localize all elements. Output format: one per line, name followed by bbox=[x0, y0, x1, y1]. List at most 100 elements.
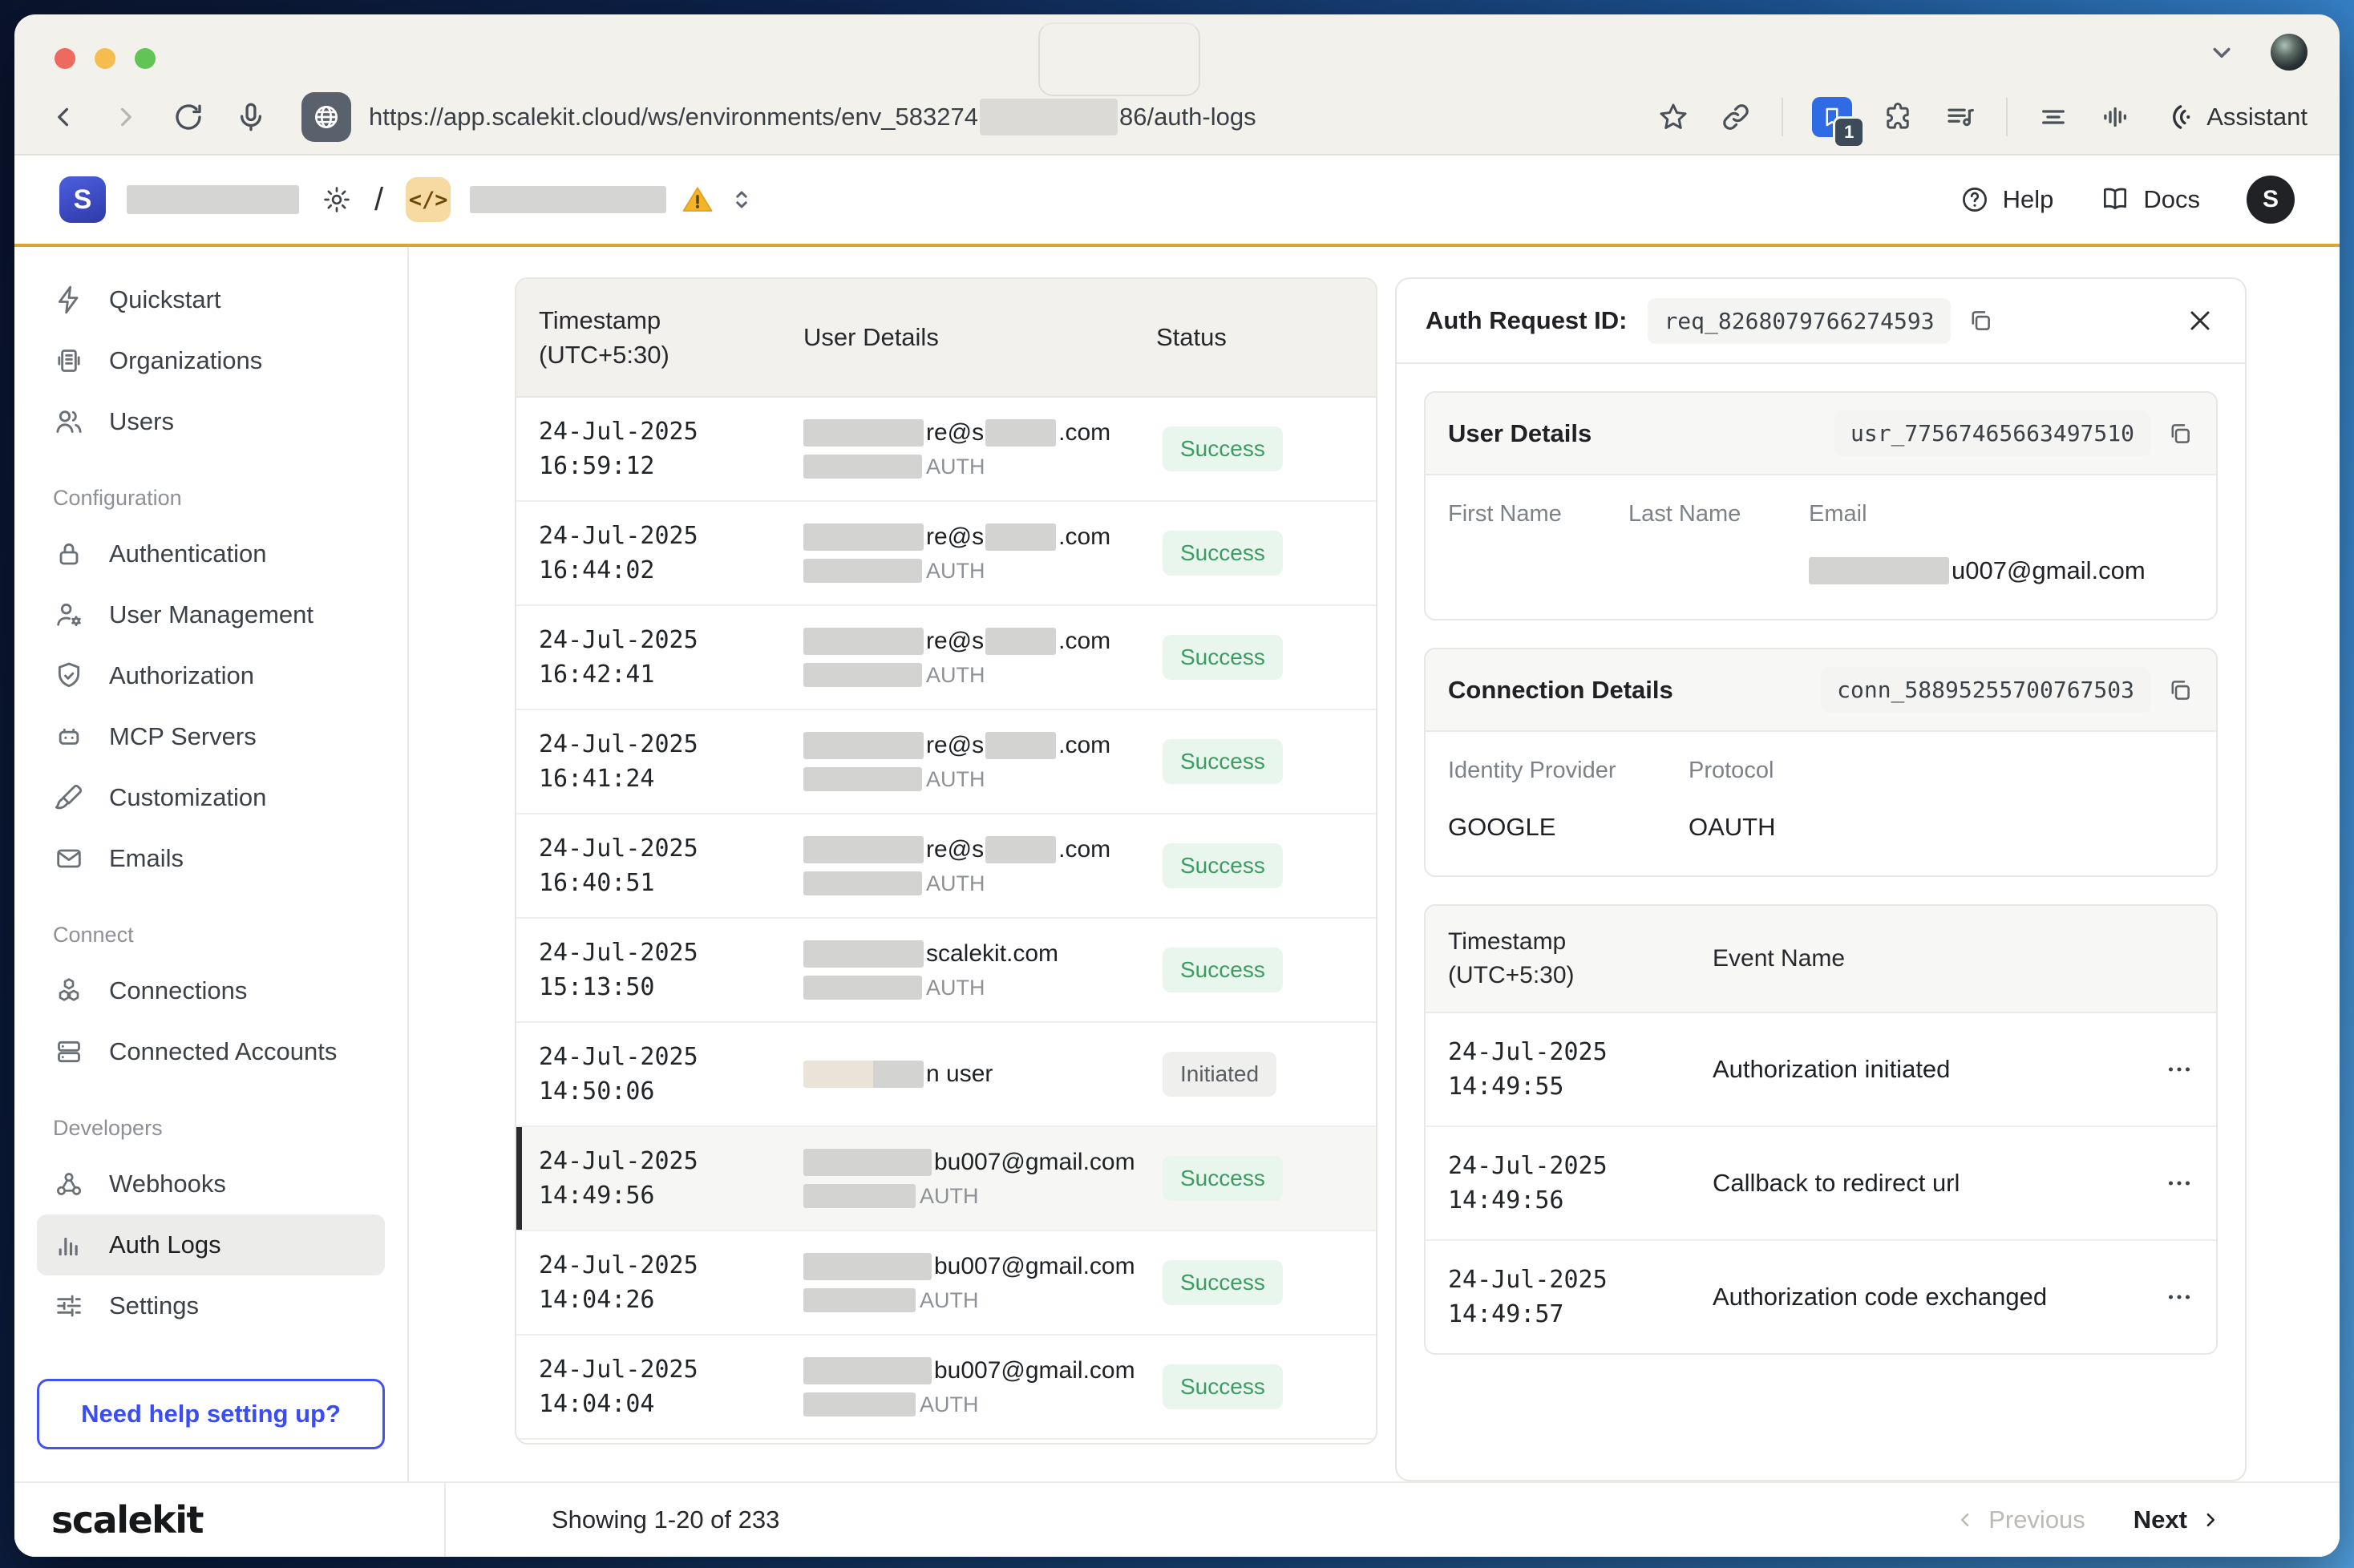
sidebar-item-user-management[interactable]: User Management bbox=[37, 584, 385, 645]
table-row[interactable]: 24-Jul-202514:04:26 bu007@gmail.com AUTH… bbox=[516, 1231, 1376, 1336]
redacted-workspace-name bbox=[127, 185, 299, 214]
close-window-button[interactable] bbox=[55, 48, 75, 69]
redacted-block bbox=[803, 419, 924, 447]
sidebar-item-connected-accounts[interactable]: Connected Accounts bbox=[37, 1021, 385, 1082]
pagination-summary: Showing 1-20 of 233 bbox=[552, 1505, 779, 1534]
table-row[interactable]: 24-Jul-202516:40:51 re@s.com AUTH Succes… bbox=[516, 814, 1376, 919]
table-row[interactable]: 24-Jul-202516:42:41 re@s.com AUTH Succes… bbox=[516, 606, 1376, 710]
forward-icon[interactable] bbox=[109, 100, 143, 134]
reload-icon[interactable] bbox=[172, 100, 205, 134]
auth-request-detail-panel: Auth Request ID: req_8268079766274593 U bbox=[1395, 277, 2247, 1481]
environment-switcher-icon[interactable] bbox=[727, 185, 756, 214]
assistant-button[interactable]: Assistant bbox=[2162, 100, 2307, 134]
event-row[interactable]: 24-Jul-202514:49:56 Callback to redirect… bbox=[1426, 1127, 2216, 1241]
table-row-selected[interactable]: 24-Jul-202514:49:56 bu007@gmail.com AUTH… bbox=[516, 1127, 1376, 1231]
chevron-down-icon[interactable] bbox=[2205, 35, 2239, 69]
reader-menu-icon[interactable] bbox=[2036, 100, 2070, 134]
column-status: Status bbox=[1156, 323, 1376, 352]
sidebar-item-organizations[interactable]: Organizations bbox=[37, 330, 385, 391]
password-manager-icon[interactable]: 1 bbox=[1812, 97, 1852, 137]
column-timestamp: Timestamp(UTC+5:30) bbox=[516, 303, 803, 373]
sidebar-item-mcp-servers[interactable]: MCP Servers bbox=[37, 706, 385, 767]
table-row[interactable]: 24-Jul-202515:13:50 scalekit.com AUTH Su… bbox=[516, 919, 1376, 1023]
email-label: Email bbox=[1809, 501, 2194, 527]
sidebar-item-authentication[interactable]: Authentication bbox=[37, 523, 385, 584]
docs-button[interactable]: Docs bbox=[2100, 184, 2200, 215]
sidebar-item-emails[interactable]: Emails bbox=[37, 828, 385, 889]
tab-outline bbox=[1038, 22, 1200, 96]
sidebar-section-configuration: Configuration bbox=[53, 486, 385, 511]
event-row[interactable]: 24-Jul-202514:49:57 Authorization code e… bbox=[1426, 1241, 2216, 1353]
environment-icon[interactable]: </> bbox=[406, 177, 451, 222]
event-name: Authorization initiated bbox=[1713, 1055, 2165, 1084]
copy-link-icon[interactable] bbox=[1719, 100, 1753, 134]
extensions-puzzle-icon[interactable] bbox=[1881, 100, 1915, 134]
warning-icon bbox=[681, 183, 714, 216]
table-row[interactable]: 24-Jul-202516:59:12 re@s.com AUTH Succes… bbox=[516, 398, 1376, 502]
previous-page-button[interactable]: Previous bbox=[1953, 1505, 2085, 1534]
protocol-value: OAUTH bbox=[1689, 813, 2194, 842]
event-name: Authorization code exchanged bbox=[1713, 1283, 2165, 1311]
table-row[interactable]: 24-Jul-202514:50:06 n user Initiated bbox=[516, 1023, 1376, 1127]
ellipsis-menu-icon[interactable] bbox=[2165, 1055, 2194, 1084]
sidebar-item-customization[interactable]: Customization bbox=[37, 767, 385, 828]
back-icon[interactable] bbox=[47, 100, 80, 134]
status-badge: Success bbox=[1163, 739, 1283, 784]
events-column-timestamp: Timestamp(UTC+5:30) bbox=[1448, 925, 1713, 992]
redacted-block bbox=[985, 419, 1056, 447]
events-card: Timestamp(UTC+5:30) Event Name 24-Jul-20… bbox=[1424, 904, 2218, 1355]
auth-request-id-value: req_8268079766274593 bbox=[1648, 298, 1950, 344]
workspace-logo[interactable]: S bbox=[59, 176, 106, 223]
ellipsis-menu-icon[interactable] bbox=[2165, 1283, 2194, 1311]
sidebar-item-authorization[interactable]: Authorization bbox=[37, 645, 385, 706]
minimize-window-button[interactable] bbox=[95, 48, 115, 69]
mic-icon[interactable] bbox=[234, 100, 268, 134]
copy-icon[interactable] bbox=[1967, 307, 1994, 334]
waveform-icon[interactable] bbox=[2099, 100, 2133, 134]
copy-icon[interactable] bbox=[2166, 677, 2194, 704]
url-bar[interactable]: https://app.scalekit.cloud/ws/environmen… bbox=[301, 92, 1628, 142]
browser-profile-avatar[interactable] bbox=[2271, 34, 2307, 71]
log-user-email: bu007@gmail.com bbox=[803, 1357, 1156, 1384]
table-row[interactable]: 24-Jul-202514:04:04 bu007@gmail.com AUTH… bbox=[516, 1336, 1376, 1440]
sidebar-item-users[interactable]: Users bbox=[37, 391, 385, 452]
copy-icon[interactable] bbox=[2166, 420, 2194, 447]
close-icon[interactable] bbox=[2184, 305, 2216, 337]
event-row[interactable]: 24-Jul-202514:49:55 Authorization initia… bbox=[1426, 1013, 2216, 1127]
sliders-icon bbox=[53, 1290, 85, 1322]
ellipsis-menu-icon[interactable] bbox=[2165, 1169, 2194, 1198]
toolbar-divider bbox=[2006, 98, 2008, 136]
log-user-email: re@s.com bbox=[803, 732, 1156, 759]
log-timestamp: 24-Jul-202516:42:41 bbox=[516, 623, 803, 693]
user-avatar[interactable]: S bbox=[2247, 176, 2295, 224]
status-badge: Success bbox=[1163, 948, 1283, 992]
redacted-block bbox=[803, 523, 924, 551]
user-details-title: User Details bbox=[1448, 419, 1592, 448]
lightning-icon bbox=[53, 284, 85, 316]
redacted-block bbox=[985, 836, 1056, 863]
connection-id-value: conn_58895255700767503 bbox=[1821, 667, 2150, 713]
redacted-block bbox=[803, 940, 924, 968]
sidebar-section-connect: Connect bbox=[53, 923, 385, 948]
next-page-button[interactable]: Next bbox=[2134, 1505, 2223, 1534]
sidebar-item-settings[interactable]: Settings bbox=[37, 1275, 385, 1336]
need-help-button[interactable]: Need help setting up? bbox=[37, 1379, 385, 1449]
gear-icon[interactable] bbox=[322, 184, 352, 215]
media-list-icon[interactable] bbox=[1943, 100, 1977, 134]
connection-details-title: Connection Details bbox=[1448, 676, 1673, 705]
sidebar-item-auth-logs[interactable]: Auth Logs bbox=[37, 1214, 385, 1275]
log-user-email: bu007@gmail.com bbox=[803, 1149, 1156, 1176]
maximize-window-button[interactable] bbox=[135, 48, 156, 69]
bookmark-star-icon[interactable] bbox=[1656, 100, 1690, 134]
table-row[interactable]: 24-Jul-202516:41:24 re@s.com AUTH Succes… bbox=[516, 710, 1376, 814]
assistant-label: Assistant bbox=[2206, 103, 2307, 131]
log-auth-tag: AUTH bbox=[803, 455, 1156, 479]
redacted-block bbox=[803, 767, 922, 791]
redacted-block bbox=[803, 1253, 932, 1280]
sidebar-item-quickstart[interactable]: Quickstart bbox=[37, 269, 385, 330]
help-button[interactable]: Help bbox=[1960, 184, 2054, 215]
sidebar-item-connections[interactable]: Connections bbox=[37, 960, 385, 1021]
table-row[interactable]: 24-Jul-202516:44:02 re@s.com AUTH Succes… bbox=[516, 502, 1376, 606]
events-column-name: Event Name bbox=[1713, 945, 2194, 972]
sidebar-item-webhooks[interactable]: Webhooks bbox=[37, 1154, 385, 1214]
